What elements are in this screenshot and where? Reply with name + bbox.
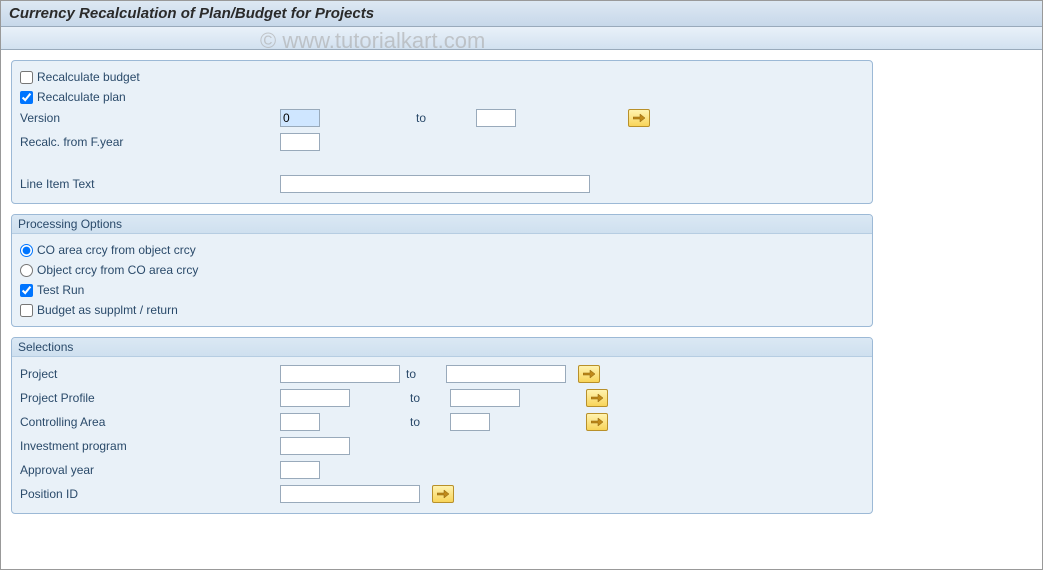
selections-panel: Selections Project to Project Profile to — [11, 337, 873, 514]
controlling-area-from-input[interactable] — [280, 413, 320, 431]
object-from-co-area-label: Object crcy from CO area crcy — [37, 263, 198, 277]
controlling-area-multiple-selection-button[interactable] — [586, 413, 608, 431]
co-area-from-object-label: CO area crcy from object crcy — [37, 243, 196, 257]
toolbar — [1, 27, 1042, 50]
recalculate-budget-checkbox[interactable] — [20, 71, 33, 84]
project-label: Project — [20, 367, 280, 381]
position-id-input[interactable] — [280, 485, 420, 503]
version-to-text: to — [416, 111, 476, 125]
processing-options-panel: Processing Options CO area crcy from obj… — [11, 214, 873, 327]
recalc-year-input[interactable] — [280, 133, 320, 151]
recalculate-plan-checkbox[interactable] — [20, 91, 33, 104]
project-profile-from-input[interactable] — [280, 389, 350, 407]
controlling-area-to-text: to — [410, 415, 450, 429]
test-run-label: Test Run — [37, 283, 84, 297]
project-from-input[interactable] — [280, 365, 400, 383]
version-to-input[interactable] — [476, 109, 516, 127]
test-run-checkbox[interactable] — [20, 284, 33, 297]
top-panel: Recalculate budget Recalculate plan Vers… — [11, 60, 873, 204]
processing-options-title: Processing Options — [12, 215, 872, 234]
approval-year-input[interactable] — [280, 461, 320, 479]
position-id-label: Position ID — [20, 487, 280, 501]
position-id-multiple-selection-button[interactable] — [432, 485, 454, 503]
investment-program-input[interactable] — [280, 437, 350, 455]
co-area-from-object-radio[interactable] — [20, 244, 33, 257]
investment-program-label: Investment program — [20, 439, 280, 453]
budget-supplmt-checkbox[interactable] — [20, 304, 33, 317]
project-profile-label: Project Profile — [20, 391, 280, 405]
project-profile-to-text: to — [410, 391, 450, 405]
version-label: Version — [20, 111, 280, 125]
budget-supplmt-label: Budget as supplmt / return — [37, 303, 178, 317]
project-profile-to-input[interactable] — [450, 389, 520, 407]
page-title: Currency Recalculation of Plan/Budget fo… — [1, 1, 1042, 27]
recalculate-plan-label: Recalculate plan — [37, 90, 126, 104]
version-from-input[interactable] — [280, 109, 320, 127]
project-to-input[interactable] — [446, 365, 566, 383]
line-item-input[interactable] — [280, 175, 590, 193]
object-from-co-area-radio[interactable] — [20, 264, 33, 277]
line-item-label: Line Item Text — [20, 177, 280, 191]
approval-year-label: Approval year — [20, 463, 280, 477]
recalc-year-label: Recalc. from F.year — [20, 135, 280, 149]
controlling-area-to-input[interactable] — [450, 413, 490, 431]
project-to-text: to — [406, 367, 446, 381]
project-multiple-selection-button[interactable] — [578, 365, 600, 383]
selections-title: Selections — [12, 338, 872, 357]
controlling-area-label: Controlling Area — [20, 415, 280, 429]
project-profile-multiple-selection-button[interactable] — [586, 389, 608, 407]
version-multiple-selection-button[interactable] — [628, 109, 650, 127]
recalculate-budget-label: Recalculate budget — [37, 70, 140, 84]
